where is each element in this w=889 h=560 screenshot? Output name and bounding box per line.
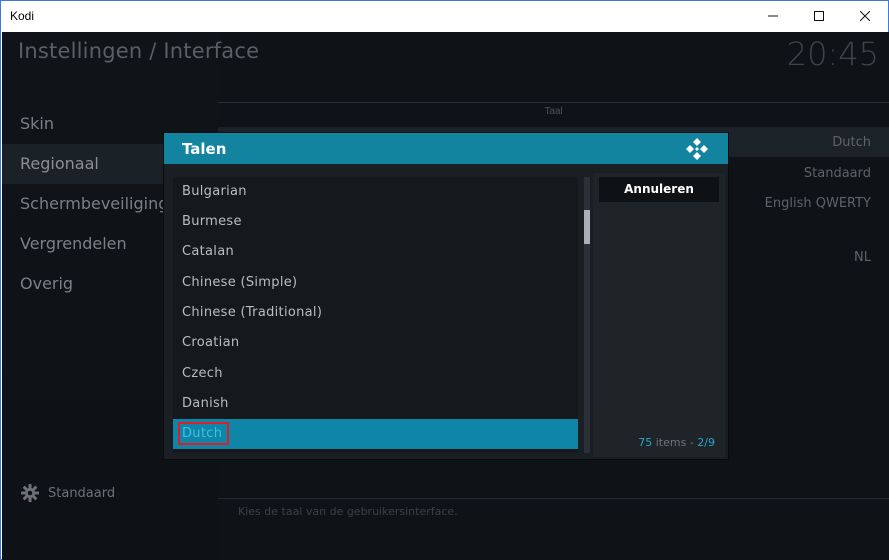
kodi-logo-icon [686, 138, 708, 160]
list-item-label: Dutch [182, 426, 223, 441]
setting-value: NL [854, 250, 871, 265]
scrollbar-thumb[interactable] [584, 210, 590, 244]
minimize-button[interactable] [750, 1, 796, 31]
page-indicator: 2/9 [697, 436, 715, 449]
close-button[interactable] [842, 1, 888, 31]
dialog-header: Talen [164, 133, 728, 164]
help-divider [218, 498, 889, 499]
language-list[interactable]: Bulgarian Burmese Catalan Chinese (Simpl… [173, 177, 578, 453]
window-title: Kodi [10, 9, 35, 23]
cancel-button[interactable]: Annuleren [599, 177, 719, 202]
items-word: items - [655, 436, 698, 449]
list-item[interactable]: Danish [173, 389, 578, 419]
list-item[interactable]: Chinese (Simple) [173, 268, 578, 298]
items-counter: 75 items - 2/9 [638, 436, 715, 449]
setting-value: English QWERTY [764, 196, 871, 211]
close-icon [860, 11, 870, 21]
setting-value: Dutch [832, 135, 871, 150]
dialog-title: Talen [182, 140, 227, 158]
kodi-canvas: Instellingen / Interface 20:45 Skin Regi… [2, 32, 889, 560]
list-item[interactable]: Croatian [173, 328, 578, 358]
section-label: Taal [544, 106, 563, 117]
list-item[interactable]: Burmese [173, 207, 578, 237]
list-item[interactable]: Catalan [173, 237, 578, 267]
title-bar[interactable]: Kodi [1, 1, 888, 31]
language-dialog: Talen Bulgarian Burmese Catalan Chinese … [164, 133, 728, 459]
dialog-side-panel: Annuleren 75 items - 2/9 [593, 173, 725, 457]
settings-level-label: Standaard [48, 485, 116, 501]
clock: 20:45 [786, 35, 879, 73]
setting-value: Standaard [803, 166, 871, 181]
maximize-icon [814, 11, 824, 21]
list-scrollbar[interactable] [584, 177, 590, 453]
minimize-icon [768, 15, 778, 17]
maximize-button[interactable] [796, 1, 842, 31]
settings-level-button[interactable]: Standaard [20, 483, 115, 503]
section-divider [218, 102, 889, 103]
kodi-window: Kodi Instellingen / Interface 20:45 Skin… [0, 0, 889, 560]
page-title: Instellingen / Interface [18, 39, 260, 63]
list-item[interactable]: Czech [173, 359, 578, 389]
gear-icon [21, 484, 39, 502]
list-item[interactable]: Chinese (Traditional) [173, 298, 578, 328]
item-count: 75 [638, 436, 653, 449]
help-text: Kies de taal van de gebruikersinterface. [238, 505, 458, 518]
list-item[interactable]: Bulgarian [173, 177, 578, 207]
list-item-selected[interactable]: Dutch [173, 419, 578, 449]
